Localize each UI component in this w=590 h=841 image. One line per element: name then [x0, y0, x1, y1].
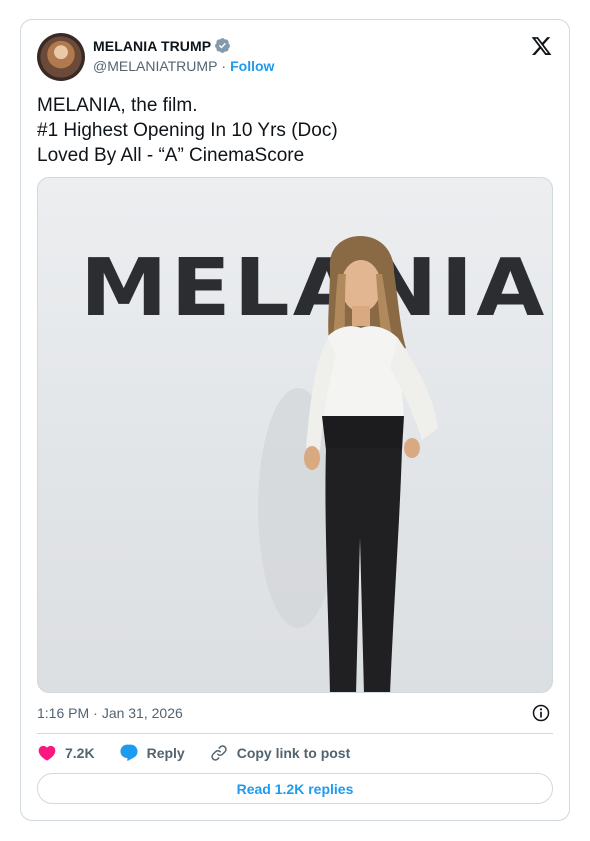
author-name-row: MELANIA TRUMP: [93, 37, 274, 54]
tweet-timestamp[interactable]: 1:16 PM · Jan 31, 2026: [37, 703, 553, 723]
tweet-image[interactable]: MELANIA: [37, 177, 553, 693]
follow-button[interactable]: Follow: [230, 58, 274, 74]
verified-badge-icon: [215, 38, 231, 53]
tweet-text: MELANIA, the film. #1 Highest Opening In…: [37, 93, 553, 168]
like-button[interactable]: 7.2K: [37, 743, 95, 763]
woman-figure-photo: [258, 236, 438, 692]
date-separator: ·: [93, 705, 98, 721]
author-display-name[interactable]: MELANIA TRUMP: [93, 38, 211, 54]
author-handle-row: @MELANIATRUMP · Follow: [93, 58, 274, 74]
tweet-header: MELANIA TRUMP @MELANIATRUMP · Follow: [37, 33, 553, 81]
handle-separator: ·: [221, 58, 227, 74]
tweet-time: 1:16 PM: [37, 705, 90, 721]
reply-bubble-icon: [120, 744, 138, 762]
read-replies-button[interactable]: Read 1.2K replies: [37, 773, 553, 804]
tweet-text-line: MELANIA, the film.: [37, 95, 198, 116]
tweet-text-line: #1 Highest Opening In 10 Yrs (Doc): [37, 120, 338, 141]
tweet-text-line: Loved By All - “A” CinemaScore: [37, 145, 305, 166]
author-info: MELANIA TRUMP @MELANIATRUMP · Follow: [93, 37, 274, 75]
tweet-actions: 7.2K Reply Copy link to post: [37, 740, 553, 766]
link-icon: [211, 745, 227, 761]
reply-button[interactable]: Reply: [119, 743, 185, 763]
info-icon[interactable]: [531, 703, 551, 723]
author-handle[interactable]: @MELANIATRUMP: [93, 58, 217, 74]
like-count: 7.2K: [65, 745, 95, 761]
tweet-date: Jan 31, 2026: [101, 705, 183, 721]
author-avatar[interactable]: [37, 33, 85, 81]
copy-link-button[interactable]: Copy link to post: [209, 743, 351, 763]
copy-link-label: Copy link to post: [236, 745, 351, 761]
reply-label: Reply: [146, 745, 185, 761]
actions-divider: [37, 733, 553, 734]
heart-icon: [38, 745, 56, 761]
x-logo-icon[interactable]: [530, 35, 553, 57]
tweet-card: MELANIA TRUMP @MELANIATRUMP · Follow MEL…: [20, 19, 570, 821]
